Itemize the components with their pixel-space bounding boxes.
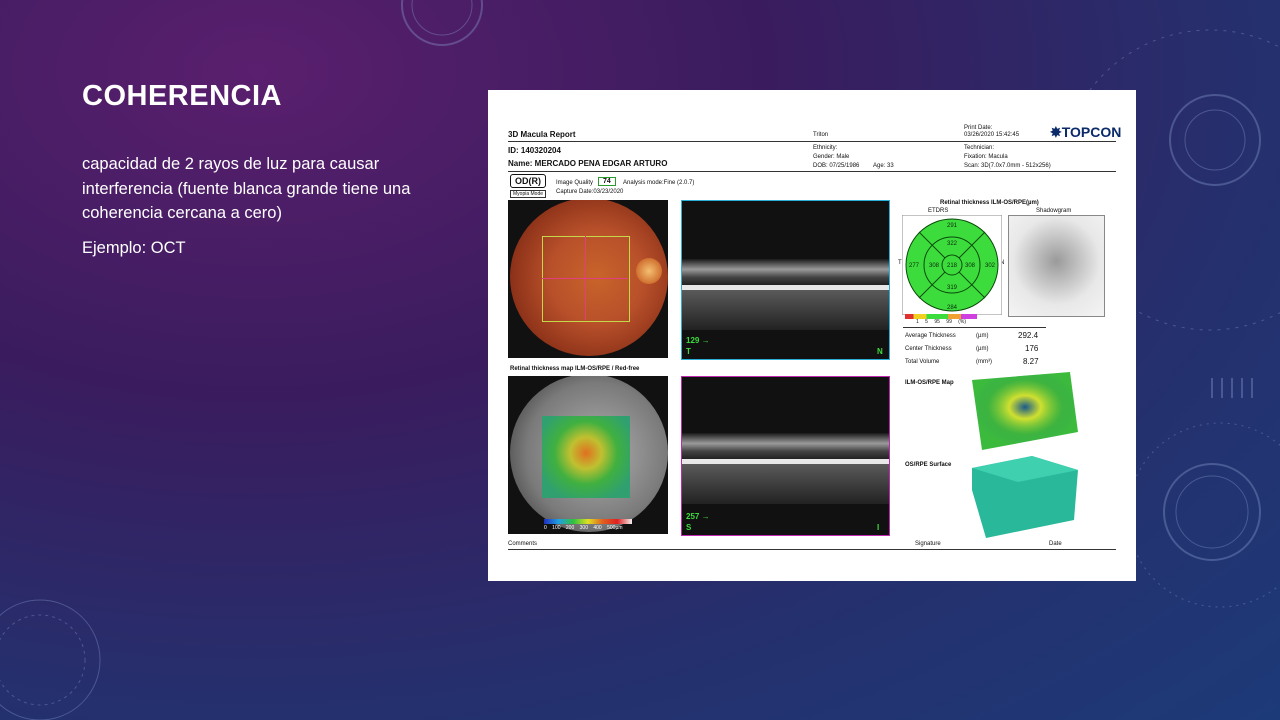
image-quality-value: 74 bbox=[598, 177, 616, 186]
ethnicity: Ethnicity: bbox=[813, 145, 838, 151]
etdrs-center: 218 bbox=[947, 263, 958, 269]
topcon-logo-icon: ✸ bbox=[1050, 124, 1062, 140]
scan1-left-label: T bbox=[686, 347, 691, 356]
center-thickness-value: 176 bbox=[1025, 344, 1039, 353]
gender: Gender: Male bbox=[813, 154, 850, 160]
oct-bscan-vertical: 257 → S I bbox=[681, 376, 890, 536]
slide-title: COHERENCIA bbox=[82, 80, 282, 112]
normative-scale-labels: 1 5 95 99 (%) bbox=[916, 319, 967, 325]
etdrs-inner-superior: 322 bbox=[947, 241, 958, 247]
myopia-mode: Myopia Mode bbox=[510, 190, 547, 198]
center-thickness-unit: (µm) bbox=[976, 346, 989, 352]
print-date-label: Print Date: bbox=[964, 125, 993, 131]
comments-label: Comments bbox=[508, 541, 538, 547]
ilm-3d-map bbox=[972, 372, 1078, 450]
scan2-left-label: S bbox=[686, 523, 692, 532]
avg-thickness-label: Average Thickness bbox=[905, 333, 956, 339]
age: Age: 33 bbox=[873, 163, 894, 169]
thickness-title: Retinal thickness ILM-OS/RPE(µm) bbox=[940, 200, 1039, 206]
center-thickness-label: Center Thickness bbox=[905, 346, 952, 352]
scan-spec: Scan: 3D(7.0x7.0mm - 512x256) bbox=[964, 163, 1051, 169]
fixation: Fixation: Macula bbox=[964, 154, 1008, 160]
etdrs-outer-inferior: 284 bbox=[947, 305, 958, 311]
capture-date: Capture Date:03/23/2020 bbox=[556, 189, 624, 195]
slide-body: capacidad de 2 rayos de luz para causar … bbox=[82, 152, 452, 270]
scan2-right-label: I bbox=[877, 523, 880, 532]
patient-id: ID: 140320204 bbox=[508, 146, 561, 155]
patient-name: Name: MERCADO PENA EDGAR ARTURO bbox=[508, 159, 668, 168]
total-volume-unit: (mm³) bbox=[976, 359, 992, 365]
date-label: Date bbox=[1049, 541, 1062, 547]
etdrs-chart: 291 322 277 308 218 308 302 319 284 bbox=[902, 215, 1002, 315]
device-name: Triton bbox=[813, 132, 829, 138]
dob: DOB: 07/25/1986 bbox=[813, 163, 860, 169]
etdrs-label: ETDRS bbox=[928, 208, 949, 214]
paragraph-example: Ejemplo: OCT bbox=[82, 238, 186, 257]
etdrs-outer-nasal: 302 bbox=[985, 263, 996, 269]
total-volume-value: 8.27 bbox=[1023, 357, 1039, 366]
total-volume-label: Total Volume bbox=[905, 359, 940, 365]
shadowgram-image bbox=[1008, 215, 1105, 317]
thickness-map-redfree: 0 100 200 300 400 500µm bbox=[508, 376, 668, 534]
avg-thickness-value: 292.4 bbox=[1018, 331, 1039, 340]
etdrs-inner-inferior: 319 bbox=[947, 285, 958, 291]
brand-logo: ✸TOPCON bbox=[1050, 124, 1122, 140]
avg-thickness-unit: (µm) bbox=[976, 333, 989, 339]
signature-label: Signature bbox=[915, 541, 941, 547]
oct-report-image: 3D Macula Report Triton Print Date: 03/2… bbox=[488, 90, 1136, 581]
shadowgram-label: Shadowgram bbox=[1036, 208, 1072, 214]
paragraph-definition: capacidad de 2 rayos de luz para causar … bbox=[82, 155, 411, 222]
colorbar bbox=[544, 519, 632, 524]
image-quality-label: Image Quality bbox=[556, 180, 594, 186]
eye-badge: OD(R) bbox=[510, 174, 546, 188]
scan1-index: 129 → bbox=[686, 336, 710, 345]
etdrs-outer-superior: 291 bbox=[947, 223, 958, 229]
os-rpe-3d-surface bbox=[972, 456, 1078, 538]
colorbar-labels: 0 100 200 300 400 500µm bbox=[544, 525, 623, 531]
scan1-right-label: N bbox=[877, 347, 883, 356]
report-title: 3D Macula Report bbox=[508, 130, 576, 139]
print-date: 03/26/2020 15:42:45 bbox=[964, 132, 1020, 138]
os-surface-label: OS/RPE Surface bbox=[905, 462, 952, 468]
etdrs-outer-temporal: 277 bbox=[909, 263, 920, 269]
oct-bscan-horizontal: 129 → T N bbox=[681, 200, 890, 360]
analysis-mode: Analysis mode:Fine (2.0.7) bbox=[623, 180, 695, 186]
scan2-index: 257 → bbox=[686, 512, 710, 521]
etdrs-inner-temporal: 308 bbox=[929, 263, 940, 269]
technician: Technician: bbox=[964, 145, 995, 151]
fundus-photo bbox=[508, 200, 668, 358]
ilm-map-label: ILM-OS/RPE Map bbox=[905, 380, 954, 386]
etdrs-inner-nasal: 308 bbox=[965, 263, 976, 269]
map-title: Retinal thickness map ILM-OS/RPE / Red-f… bbox=[510, 366, 640, 372]
